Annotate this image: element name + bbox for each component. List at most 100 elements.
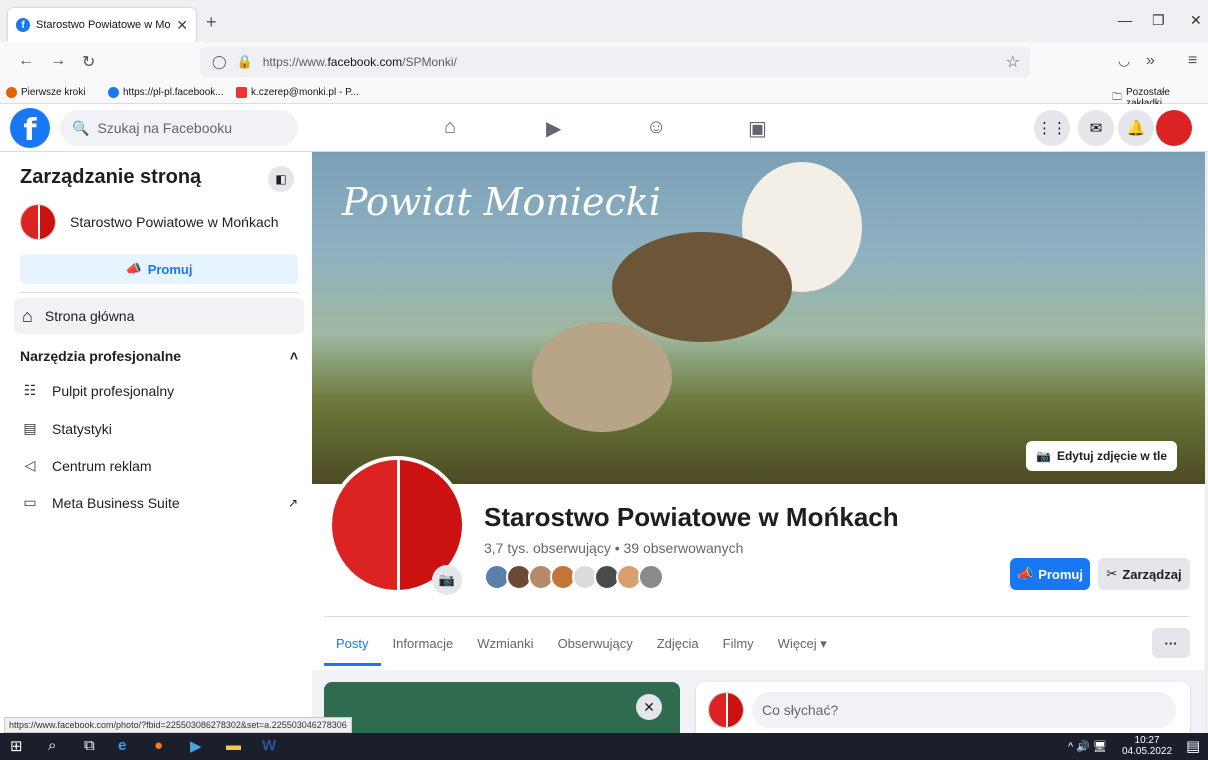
coat-of-arms-avatar bbox=[20, 204, 56, 240]
home-icon[interactable]: ⌂ bbox=[444, 116, 456, 139]
follower-avatars[interactable] bbox=[484, 564, 664, 590]
manage-button[interactable]: ✂ Zarządzaj bbox=[1098, 558, 1190, 590]
tab-title: Starostwo Powiatowe w Mońka bbox=[36, 19, 171, 31]
bookmarks-bar: Pierwsze kroki https://pl-pl.facebook...… bbox=[0, 82, 1208, 109]
sidebar-item-insights[interactable]: ▤ Statystyki bbox=[20, 420, 298, 437]
follower-avatar[interactable] bbox=[638, 564, 664, 590]
insights-icon: ▤ bbox=[23, 420, 37, 436]
restore-icon[interactable]: ❐ bbox=[1152, 12, 1165, 29]
firefox-icon bbox=[6, 87, 17, 98]
bird-image bbox=[612, 232, 792, 342]
tab-photos[interactable]: Zdjęcia bbox=[645, 624, 711, 666]
tab-about[interactable]: Informacje bbox=[381, 624, 466, 666]
forward-icon[interactable]: → bbox=[50, 52, 66, 70]
close-icon[interactable]: ✕ bbox=[636, 694, 662, 720]
sidebar-item-business-suite[interactable]: ▭ Meta Business Suite ↗ bbox=[20, 494, 298, 511]
groups-icon[interactable]: ☺ bbox=[646, 116, 666, 139]
tab-followers[interactable]: Obserwujący bbox=[546, 624, 645, 666]
divider bbox=[324, 616, 1190, 617]
dashboard-icon: ☷ bbox=[23, 382, 37, 398]
home-icon: ⌂ bbox=[22, 305, 33, 326]
page-tabs: Posty Informacje Wzmianki Obserwujący Zd… bbox=[324, 624, 839, 666]
url-text: https://www.facebook.com/SPMonki/ bbox=[262, 55, 457, 69]
browser-nav-bar: ← → ↻ ◯ 🔒 https://www.facebook.com/SPMon… bbox=[0, 42, 1208, 82]
clock[interactable]: 10:27 04.05.2022 bbox=[1122, 735, 1172, 757]
pocket-icon[interactable]: ◡ bbox=[1118, 52, 1130, 69]
facebook-logo-icon[interactable]: f bbox=[10, 108, 50, 148]
overflow-icon[interactable]: » bbox=[1146, 52, 1155, 70]
briefcase-icon: ▭ bbox=[23, 494, 37, 510]
lock-icon[interactable]: 🔒 bbox=[237, 54, 253, 70]
task-view-icon[interactable]: ⧉ bbox=[84, 737, 95, 754]
sidebar-item-ad-center[interactable]: ◁ Centrum reklam bbox=[20, 457, 298, 474]
tools-icon: ✂ bbox=[1106, 566, 1118, 581]
account-avatar[interactable] bbox=[1156, 110, 1192, 146]
bookmark-item[interactable]: Pierwsze kroki bbox=[6, 87, 85, 98]
back-icon[interactable]: ← bbox=[18, 52, 34, 70]
shield-icon[interactable]: ◯ bbox=[212, 54, 227, 70]
status-url: https://www.facebook.com/photo/?fbid=225… bbox=[4, 717, 352, 733]
facebook-favicon-icon: f bbox=[16, 18, 30, 32]
system-tray-icon[interactable]: ^ 🔊 🖥 bbox=[1068, 740, 1107, 753]
search-icon[interactable]: ⌕ bbox=[48, 737, 56, 754]
chevron-up-icon: ˄ bbox=[289, 348, 298, 364]
explorer-icon[interactable]: ▬ bbox=[226, 737, 241, 754]
professional-tools-section[interactable]: Narzędzia profesjonalne ˄ bbox=[20, 348, 298, 364]
megaphone-icon: 📣 bbox=[1017, 566, 1034, 581]
app-icon[interactable]: ▶ bbox=[190, 737, 202, 755]
url-bar[interactable]: ◯ 🔒 https://www.facebook.com/SPMonki/ ☆ bbox=[200, 47, 1030, 77]
sidebar-page-link[interactable]: Starostwo Powiatowe w Mońkach bbox=[20, 204, 279, 240]
gaming-icon[interactable]: ▣ bbox=[748, 116, 767, 141]
tab-mentions[interactable]: Wzmianki bbox=[465, 624, 545, 666]
more-options-icon[interactable]: ··· bbox=[1152, 628, 1190, 658]
collapse-sidebar-icon[interactable]: ◧ bbox=[268, 166, 294, 192]
tab-videos[interactable]: Filmy bbox=[711, 624, 766, 666]
sidebar-title: Zarządzanie stroną bbox=[20, 166, 202, 188]
edge-icon[interactable]: e bbox=[118, 737, 126, 754]
cover-photo[interactable]: Powiat Moniecki 📷 Edytuj zdjęcie w tle bbox=[312, 152, 1205, 484]
new-tab-icon[interactable]: + bbox=[206, 12, 217, 33]
search-icon: 🔍 bbox=[72, 119, 90, 136]
word-icon[interactable]: W bbox=[262, 737, 276, 754]
minimize-icon[interactable]: — bbox=[1118, 12, 1132, 28]
notifications-icon[interactable]: 🔔 bbox=[1118, 110, 1154, 146]
tab-posts[interactable]: Posty bbox=[324, 624, 381, 666]
camera-icon: 📷 bbox=[1036, 449, 1051, 463]
start-icon[interactable]: ⊞ bbox=[10, 737, 23, 755]
edit-cover-button[interactable]: 📷 Edytuj zdjęcie w tle bbox=[1026, 441, 1177, 471]
promote-button[interactable]: 📣 Promuj bbox=[1010, 558, 1090, 590]
camera-icon[interactable]: 📷 bbox=[432, 565, 462, 595]
bookmark-item[interactable]: https://pl-pl.facebook... bbox=[108, 87, 224, 98]
browser-tab-bar: f Starostwo Powiatowe w Mońka ✕ + — ❐ ✕ bbox=[0, 0, 1208, 42]
sidebar-item-dashboard[interactable]: ☷ Pulpit profesjonalny bbox=[20, 382, 298, 399]
close-window-icon[interactable]: ✕ bbox=[1190, 12, 1202, 29]
firefox-icon[interactable]: ● bbox=[154, 737, 163, 754]
bird-image bbox=[532, 322, 672, 432]
external-link-icon: ↗ bbox=[287, 495, 298, 510]
divider bbox=[20, 292, 298, 293]
mail-icon bbox=[236, 87, 247, 98]
menu-grid-icon[interactable]: ⋮⋮ bbox=[1034, 110, 1070, 146]
sidebar-item-home[interactable]: ⌂ Strona główna bbox=[14, 298, 304, 334]
reload-icon[interactable]: ↻ bbox=[82, 52, 95, 72]
notification-center-icon[interactable]: ▤ bbox=[1186, 737, 1200, 755]
tab-more[interactable]: Więcej ▾ bbox=[766, 624, 839, 666]
post-composer-input[interactable]: Co słychać? bbox=[752, 692, 1176, 728]
cover-title: Powiat Moniecki bbox=[342, 180, 661, 224]
page-management-sidebar: Zarządzanie stroną ◧ Starostwo Powiatowe… bbox=[0, 152, 312, 732]
follower-stats[interactable]: 3,7 tys. obserwujący • 39 obserwowanych bbox=[484, 540, 743, 556]
browser-tab[interactable]: f Starostwo Powiatowe w Mońka ✕ bbox=[8, 8, 196, 42]
promote-button[interactable]: 📣 Promuj bbox=[20, 254, 298, 284]
watch-icon[interactable]: ▶ bbox=[546, 116, 561, 141]
facebook-header: f 🔍 Szukaj na Facebooku ⌂ ▶ ☺ ▣ ⋮⋮ ✉ 🔔 bbox=[0, 104, 1208, 152]
messenger-icon[interactable]: ✉ bbox=[1078, 110, 1114, 146]
coat-of-arms-avatar bbox=[708, 692, 744, 728]
megaphone-outline-icon: ◁ bbox=[24, 457, 36, 473]
bookmark-item[interactable]: k.czerep@monki.pl - P... bbox=[236, 87, 359, 98]
search-input[interactable]: 🔍 Szukaj na Facebooku bbox=[60, 110, 298, 146]
bookmark-star-icon[interactable]: ☆ bbox=[1006, 52, 1020, 72]
facebook-icon bbox=[108, 87, 119, 98]
close-tab-icon[interactable]: ✕ bbox=[176, 17, 188, 34]
menu-icon[interactable]: ≡ bbox=[1188, 52, 1197, 70]
megaphone-icon: 📣 bbox=[125, 261, 142, 276]
